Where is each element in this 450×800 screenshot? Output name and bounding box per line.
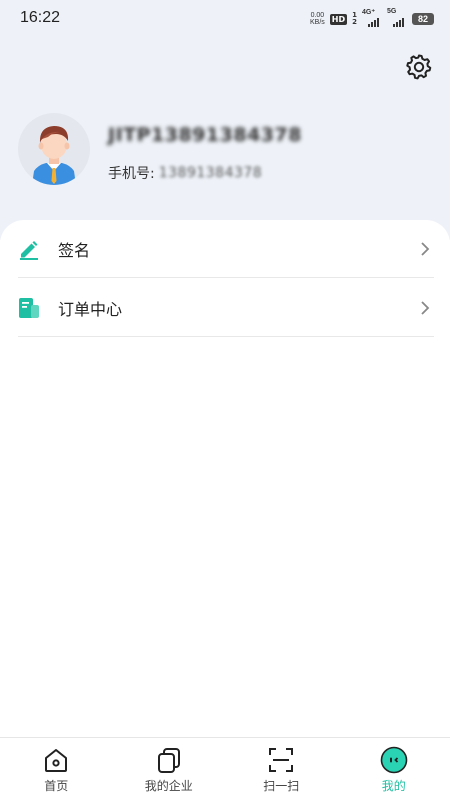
tab-mine[interactable]: 我的 <box>338 738 450 800</box>
menu-item-signature[interactable]: 签名 <box>18 220 434 278</box>
network-speed: 0.00 KB/s <box>309 12 325 26</box>
gear-icon <box>406 54 432 80</box>
settings-button[interactable] <box>404 52 434 82</box>
scan-icon <box>269 748 294 772</box>
tab-enterprise[interactable]: 我的企业 <box>113 738 226 800</box>
signal-5g-icon: 5G <box>387 8 407 27</box>
user-name: JITP13891384378 <box>108 124 302 146</box>
enterprise-icon <box>157 748 180 773</box>
status-indicators: 0.00 KB/s HD 1 2 4G⁺ 5G 82 <box>309 8 434 28</box>
chevron-right-icon <box>421 301 430 315</box>
phone-label: 手机号: <box>108 166 155 182</box>
user-avatar-icon <box>32 126 76 185</box>
status-bar: 16:22 0.00 KB/s HD 1 2 4G⁺ 5G 82 <box>0 0 450 38</box>
bottom-tab-bar: 首页 我的企业 扫一扫 我的 <box>0 737 450 800</box>
home-icon <box>45 749 68 772</box>
profile-face-icon <box>380 746 408 774</box>
phone-row: 手机号: 13891384378 <box>108 163 262 183</box>
avatar[interactable] <box>18 113 90 185</box>
chevron-right-icon <box>421 242 430 256</box>
sim-slots: 1 2 <box>352 11 357 26</box>
order-document-icon <box>19 297 39 318</box>
tab-home[interactable]: 首页 <box>0 738 113 800</box>
menu-item-orders[interactable]: 订单中心 <box>18 279 434 337</box>
signal-4g-icon: 4G⁺ <box>362 9 382 27</box>
hd-badge: HD <box>329 13 348 25</box>
menu-label-orders: 订单中心 <box>58 299 123 319</box>
battery-icon: 82 <box>412 13 434 25</box>
edit-pen-icon <box>20 240 38 260</box>
menu-card: 签名 订单中心 <box>0 220 450 738</box>
phone-number: 13891384378 <box>158 165 263 181</box>
status-time: 16:22 <box>20 9 61 26</box>
tab-scan[interactable]: 扫一扫 <box>225 738 338 800</box>
menu-label-signature: 签名 <box>58 240 91 260</box>
